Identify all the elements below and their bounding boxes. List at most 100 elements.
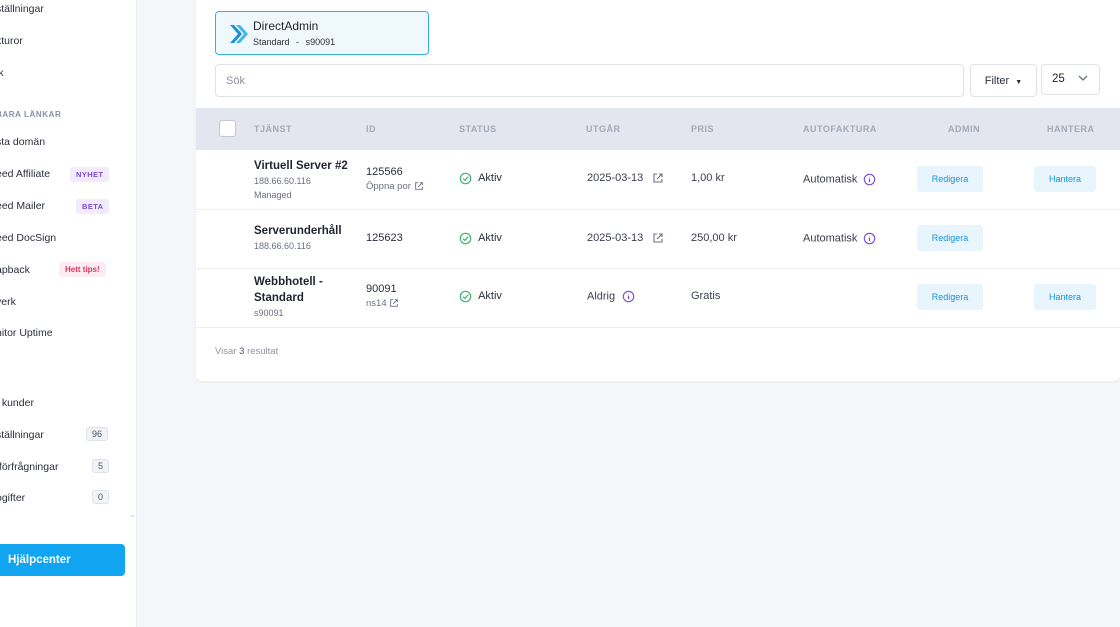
sidebar-item-verk[interactable]: verk — [0, 296, 16, 308]
service-account: s90091 — [254, 308, 284, 318]
col-header-autoinvoice[interactable]: AUTOFAKTURA — [803, 124, 877, 134]
status-text: Aktiv — [478, 232, 502, 245]
filter-label: Filter — [984, 74, 1010, 87]
expires-text: Aldrig — [587, 290, 616, 303]
requests-count-badge: 5 — [92, 459, 110, 473]
beta-badge: BETA — [76, 199, 110, 214]
check-circle-icon — [459, 290, 472, 303]
new-badge: NYHET — [70, 167, 110, 182]
sidebar-item-docsign[interactable]: eed DocSign — [0, 232, 56, 244]
sidebar-item-invoices[interactable]: kturor — [0, 35, 23, 47]
external-link-icon[interactable] — [652, 172, 664, 184]
col-header-price[interactable]: PRIS — [691, 124, 714, 134]
result-count-number: 3 — [239, 346, 245, 357]
info-icon[interactable] — [622, 290, 635, 303]
service-chip-separator: - — [296, 37, 300, 47]
sidebar-item-requests[interactable]: tförfrågningar — [0, 461, 58, 473]
autoinvoice-cell: Automatisk — [803, 232, 876, 245]
open-port-label: Öppna por — [366, 181, 411, 192]
table-row[interactable]: Webbhotell - Standard s90091 90091 ns14 … — [196, 269, 1120, 328]
fees-count-badge: 0 — [92, 490, 110, 504]
sidebar-item-statistics[interactable]: ik — [0, 67, 4, 79]
info-icon[interactable] — [863, 173, 876, 186]
external-link-icon[interactable] — [652, 232, 664, 244]
orders-count-badge: 96 — [86, 427, 109, 441]
col-header-service[interactable]: TJÄNST — [254, 124, 292, 134]
sidebar-item-orders-count[interactable]: ställningar — [0, 429, 44, 441]
status-text: Aktiv — [478, 290, 502, 303]
directadmin-logo-icon — [230, 25, 248, 43]
expires-cell: 2025-03-13 — [587, 172, 664, 184]
service-id: 125566 — [366, 166, 403, 178]
col-header-manage: HANTERA — [1047, 124, 1095, 134]
service-name[interactable]: Serverunderhåll — [254, 223, 342, 239]
filter-button[interactable]: Filter ▼ — [970, 64, 1037, 97]
services-card: DirectAdmin Standard - s90091 Filter ▼ 2… — [196, 0, 1120, 381]
sidebar-item-orders[interactable]: ställningar — [0, 3, 44, 15]
service-name[interactable]: Webbhotell - Standard — [254, 274, 323, 306]
service-chip-title: DirectAdmin — [253, 19, 319, 33]
sidebar-item-affiliate[interactable]: eed Affiliate — [0, 168, 50, 180]
price: 1,00 kr — [691, 172, 725, 184]
autoinvoice-text: Automatisk — [803, 173, 858, 186]
edit-button[interactable]: Redigera — [917, 225, 983, 251]
result-count-suffix: resultat — [247, 346, 279, 357]
external-link-icon — [414, 182, 423, 191]
per-page-select[interactable]: 25 — [1041, 64, 1100, 95]
check-circle-icon — [459, 172, 472, 185]
col-header-admin: ADMIN — [948, 124, 980, 134]
result-count-prefix: Visar — [215, 346, 237, 357]
service-id: 125623 — [366, 232, 403, 244]
service-ip: 188.66.60.116 — [254, 176, 311, 186]
table-row[interactable]: Virtuell Server #2 188.66.60.116 Managed… — [196, 150, 1120, 210]
caret-down-icon: ▼ — [1015, 78, 1023, 86]
expires-cell: Aldrig — [587, 290, 635, 303]
expires-date: 2025-03-13 — [587, 232, 644, 244]
manage-button[interactable]: Hantera — [1034, 166, 1096, 192]
edit-button[interactable]: Redigera — [917, 166, 983, 192]
service-name-line2: Standard — [254, 292, 304, 304]
service-selector[interactable]: DirectAdmin Standard - s90091 — [215, 11, 429, 55]
col-header-expires[interactable]: UTGÅR — [586, 124, 621, 134]
hot-tip-badge: Hett tips! — [59, 262, 106, 277]
per-page-value: 25 — [1052, 73, 1065, 85]
price: 250,00 kr — [691, 232, 737, 244]
status-cell: Aktiv — [459, 232, 502, 245]
col-header-status[interactable]: STATUS — [459, 124, 497, 134]
expires-date: 2025-03-13 — [587, 172, 644, 184]
col-header-id[interactable]: ID — [366, 124, 376, 134]
edit-button[interactable]: Redigera — [917, 284, 983, 310]
check-circle-icon — [459, 232, 472, 245]
nameserver-link[interactable]: ns14 — [366, 298, 399, 309]
service-chip-subtitle: Standard - s90091 — [253, 37, 335, 47]
external-link-icon — [390, 299, 399, 308]
autoinvoice-cell: Automatisk — [803, 173, 876, 186]
select-all-checkbox[interactable] — [219, 120, 236, 137]
search-input[interactable] — [215, 64, 964, 97]
status-text: Aktiv — [478, 172, 502, 185]
info-icon[interactable] — [863, 232, 876, 245]
expires-cell: 2025-03-13 — [587, 232, 664, 244]
service-ip: 188.66.60.116 — [254, 241, 311, 251]
status-cell: Aktiv — [459, 172, 502, 185]
manage-button[interactable]: Hantera — [1034, 284, 1096, 310]
service-chip-account: s90091 — [305, 37, 336, 47]
sidebar-item-domain[interactable]: sta domän — [0, 136, 45, 148]
sidebar-item-customers[interactable]: t kunder — [0, 397, 34, 409]
table-row[interactable]: Serverunderhåll 188.66.60.116 125623 Akt… — [196, 210, 1120, 269]
nameserver-label: ns14 — [366, 298, 387, 309]
price: Gratis — [691, 290, 721, 302]
service-chip-plan: Standard — [253, 37, 290, 47]
table-header: TJÄNST ID STATUS UTGÅR PRIS AUTOFAKTURA … — [196, 108, 1120, 150]
service-name[interactable]: Virtuell Server #2 — [254, 158, 348, 174]
open-port-link[interactable]: Öppna por — [366, 181, 424, 192]
sidebar-item-fees[interactable]: ogifter — [0, 492, 25, 504]
help-center-button[interactable]: Hjälpcenter — [0, 544, 125, 576]
sidebar-scrollbar[interactable] — [131, 515, 134, 517]
sidebar-item-monitor[interactable]: nitor Uptime — [0, 327, 53, 339]
sidebar-item-mailer[interactable]: eed Mailer — [0, 200, 45, 212]
chevron-down-icon — [1078, 75, 1088, 81]
sidebar-item-snapback[interactable]: apback — [0, 264, 30, 276]
sidebar-section-links: BARA LÄNKAR — [0, 110, 62, 119]
service-type: Managed — [254, 190, 292, 200]
